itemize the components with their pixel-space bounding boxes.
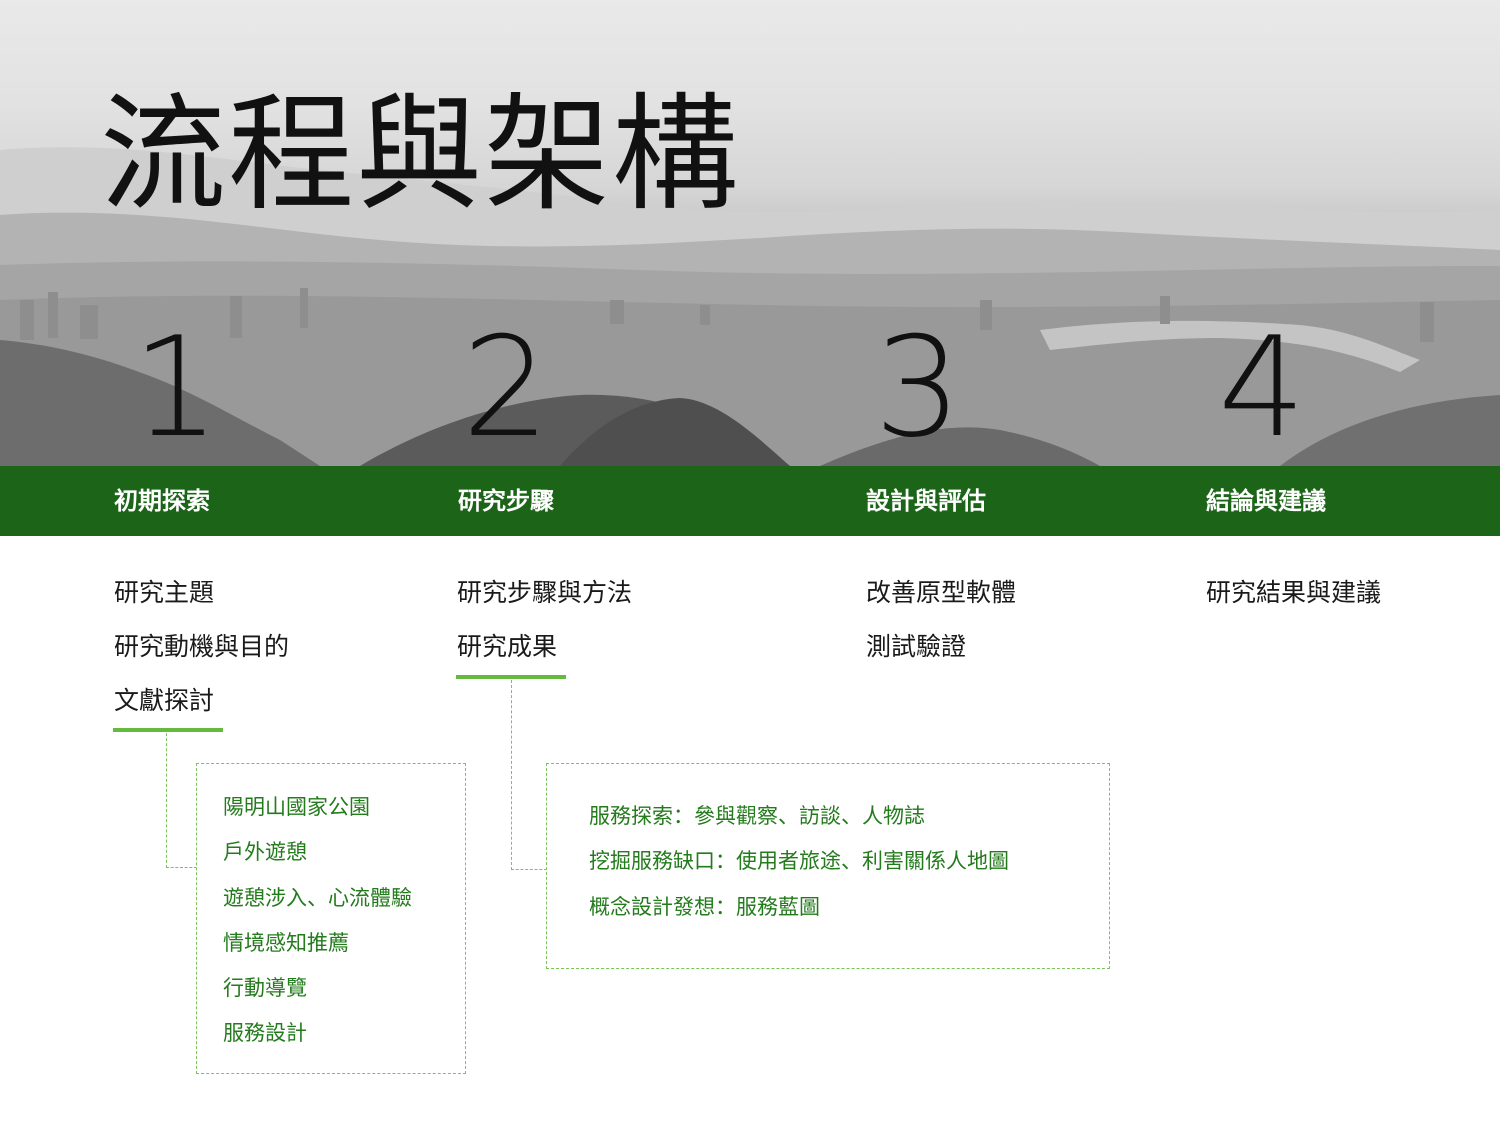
page-title: 流程與架構 (100, 81, 740, 228)
topic-research-methods: 研究步驟與方法 (457, 578, 633, 607)
topic-literature-review: 文獻探討 (114, 686, 215, 715)
topic-research-theme: 研究主題 (114, 578, 215, 607)
detail-item: 情境感知推薦 (223, 931, 349, 955)
phase-title-2: 研究步驟 (458, 487, 554, 515)
topic-highlight-underline-1 (113, 728, 223, 732)
detail-item: 挖掘服務缺口：使用者旅途、利害關係人地圖 (589, 849, 1009, 873)
hero-landscape: 流程與架構 1 2 3 4 (0, 0, 1500, 466)
detail-item: 遊憩涉入、心流體驗 (223, 886, 412, 910)
topic-motivation: 研究動機與目的 (114, 632, 290, 661)
connector-horizontal-1 (166, 867, 197, 868)
topic-highlight-underline-2 (456, 675, 566, 679)
detail-item: 概念設計發想：服務藍圖 (589, 895, 820, 919)
connector-vertical-2 (511, 680, 512, 870)
topic-testing: 測試驗證 (866, 632, 967, 661)
detail-item: 戶外遊憩 (223, 840, 307, 864)
detail-item: 行動導覽 (223, 976, 307, 1000)
topic-prototype: 改善原型軟體 (866, 578, 1017, 607)
phase-title-3: 設計與評估 (866, 487, 986, 515)
detail-item: 服務探索：參與觀察、訪談、人物誌 (589, 804, 925, 828)
step-number-1: 1 (132, 307, 220, 466)
detail-item: 陽明山國家公園 (223, 795, 370, 819)
phase-title-4: 結論與建議 (1206, 487, 1326, 515)
step-number-3: 3 (874, 307, 962, 466)
phase-title-1: 初期探索 (114, 487, 210, 515)
connector-horizontal-2 (511, 869, 547, 870)
topic-conclusion: 研究結果與建議 (1206, 578, 1382, 607)
step-number-2: 2 (462, 307, 550, 466)
topic-research-results: 研究成果 (457, 632, 558, 661)
connector-vertical-1 (166, 733, 167, 868)
step-number-4: 4 (1218, 307, 1306, 466)
detail-item: 服務設計 (223, 1021, 307, 1045)
